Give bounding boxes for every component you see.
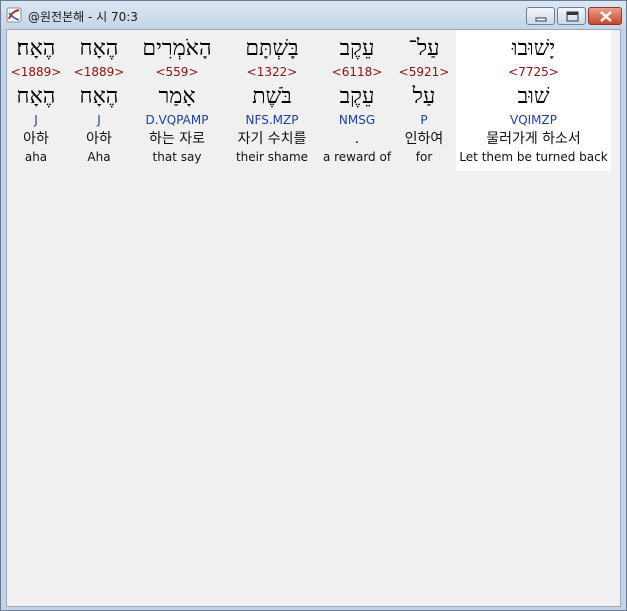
minimize-icon — [535, 17, 547, 22]
morphology-code[interactable]: P — [395, 113, 453, 127]
word-column[interactable]: הָאֹמְרִים <559> אָמַר D.VQPAMP 하는 자로 th… — [133, 30, 221, 171]
maximize-button[interactable] — [557, 7, 586, 25]
morphology-code[interactable]: J — [69, 113, 129, 127]
close-icon — [600, 11, 612, 22]
hebrew-lemma: אָמַר — [158, 84, 196, 109]
morphology-code[interactable]: NMSG — [321, 113, 393, 127]
app-window: @원전본해 - 시 70:3 הֶאָח׃ <1889> הֶאָח J 아하 — [0, 0, 627, 611]
title-bar[interactable]: @원전본해 - 시 70:3 — [1, 1, 626, 29]
korean-gloss: 아하 — [86, 131, 112, 147]
english-gloss: Let them be turned back — [459, 150, 608, 164]
morphology-code[interactable]: J — [7, 113, 65, 127]
hebrew-lemma: הֶאָח — [16, 84, 56, 109]
hebrew-lemma: שׁוּב — [517, 84, 550, 109]
hebrew-word: עֵקֶב — [339, 36, 375, 61]
morphology-code[interactable]: D.VQPAMP — [133, 113, 221, 127]
hebrew-word: יָשׁוּבוּ — [511, 36, 556, 61]
hebrew-word: הֶאָח — [79, 36, 119, 61]
window-title: @원전본해 - 시 70:3 — [28, 10, 138, 24]
english-gloss: a reward of — [322, 150, 392, 164]
hebrew-word: עַל־ — [408, 36, 440, 61]
word-column[interactable]: בָּשְׁתָּם <1322> בֹּשֶׁת NFS.MZP 자기 수치를… — [227, 30, 317, 171]
hebrew-word: הָאֹמְרִים — [142, 36, 212, 61]
korean-gloss: 자기 수치를 — [237, 131, 307, 147]
korean-gloss: 물러가게 하소서 — [486, 131, 581, 147]
korean-gloss: 하는 자로 — [149, 131, 205, 147]
close-button[interactable] — [588, 7, 622, 25]
word-column-selected[interactable]: יָשׁוּבוּ <7725> שׁוּב VQIMZP 물러가게 하소서 L… — [456, 30, 611, 171]
english-gloss: for — [415, 150, 433, 164]
verse-panel: הֶאָח׃ <1889> הֶאָח J 아하 aha הֶאָח <1889… — [6, 29, 621, 607]
app-swirl-icon — [6, 7, 22, 23]
english-gloss: their shame — [235, 150, 309, 164]
hebrew-word: הֶאָח׃ — [16, 36, 56, 61]
english-gloss: that say — [152, 150, 202, 164]
word-column[interactable]: עַל־ <5921> עַל P 인하여 for — [395, 30, 453, 171]
strong-number[interactable]: <5921> — [395, 65, 453, 79]
hebrew-lemma: עֵקֶב — [339, 84, 375, 109]
strong-number[interactable]: <1322> — [227, 65, 317, 79]
korean-gloss: 인하여 — [404, 131, 444, 147]
word-column[interactable]: הֶאָח <1889> הֶאָח J 아하 Aha — [69, 30, 129, 171]
minimize-button[interactable] — [526, 7, 555, 25]
hebrew-lemma: הֶאָח — [79, 84, 119, 109]
strong-number[interactable]: <1889> — [7, 65, 65, 79]
strong-number[interactable]: <7725> — [456, 65, 611, 79]
morphology-code[interactable]: VQIMZP — [456, 113, 611, 127]
word-column[interactable]: הֶאָח׃ <1889> הֶאָח J 아하 aha — [7, 30, 65, 171]
english-gloss: Aha — [87, 150, 111, 164]
word-column[interactable]: עֵקֶב <6118> עֵקֶב NMSG . a reward of — [321, 30, 393, 171]
hebrew-word: בָּשְׁתָּם — [245, 36, 299, 61]
hebrew-lemma: עַל — [412, 84, 436, 109]
morphology-code[interactable]: NFS.MZP — [227, 113, 317, 127]
korean-gloss: 아하 — [23, 131, 49, 147]
strong-number[interactable]: <6118> — [321, 65, 393, 79]
strong-number[interactable]: <1889> — [69, 65, 129, 79]
english-gloss: aha — [24, 150, 48, 164]
hebrew-lemma: בֹּשֶׁת — [252, 84, 292, 109]
maximize-icon — [566, 11, 579, 22]
korean-gloss: . — [354, 131, 360, 147]
strong-number[interactable]: <559> — [133, 65, 221, 79]
